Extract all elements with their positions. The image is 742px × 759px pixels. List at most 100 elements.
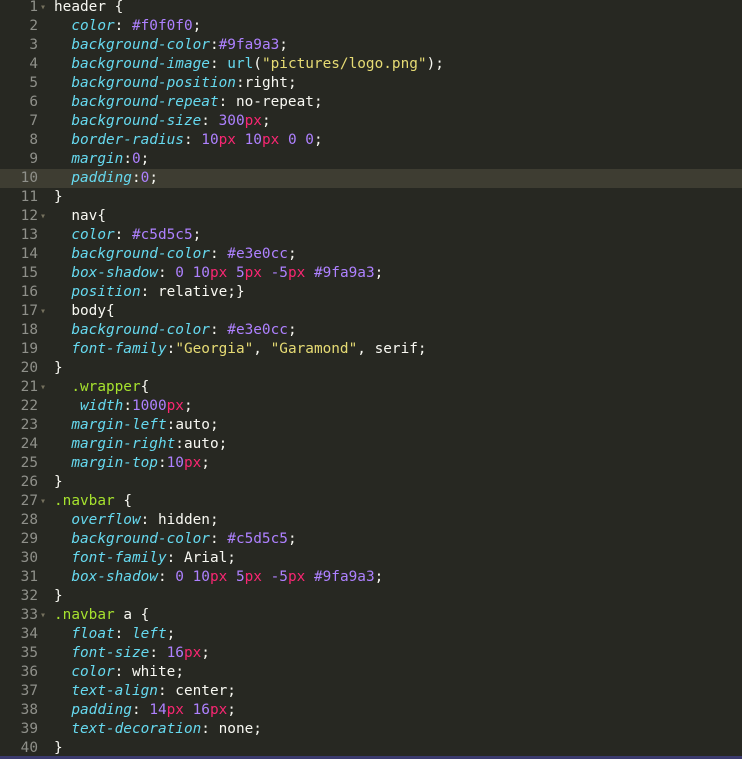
code-token: overflow bbox=[71, 512, 141, 528]
code-line[interactable]: 11} bbox=[0, 188, 742, 207]
code-token: } bbox=[54, 474, 63, 490]
code-line[interactable]: 18 background-color: #e3e0cc; bbox=[0, 321, 742, 340]
code-token: 5 bbox=[235, 265, 245, 281]
code-token: : bbox=[114, 626, 132, 642]
line-number: 2 bbox=[29, 18, 38, 34]
code-line[interactable]: 32} bbox=[0, 587, 742, 606]
code-text: background-repeat: no-repeat; bbox=[54, 93, 322, 112]
code-token: } bbox=[54, 740, 63, 756]
code-token: : bbox=[209, 531, 228, 547]
code-line[interactable]: 10 padding:0; bbox=[0, 169, 742, 188]
code-token: { bbox=[114, 493, 132, 509]
code-token: body{ bbox=[54, 303, 115, 319]
code-token: padding bbox=[71, 170, 132, 186]
code-line[interactable]: 13 color: #c5d5c5; bbox=[0, 226, 742, 245]
line-number: 16 bbox=[20, 284, 38, 300]
code-token: .navbar bbox=[54, 493, 115, 509]
code-token: url bbox=[227, 56, 254, 72]
code-line[interactable]: 34 float: left; bbox=[0, 625, 742, 644]
code-token: margin-right bbox=[71, 436, 176, 452]
fold-arrow-icon[interactable]: ▾ bbox=[38, 378, 48, 397]
code-text: } bbox=[54, 359, 63, 378]
code-line[interactable]: 39 text-decoration: none; bbox=[0, 720, 742, 739]
code-token: ; bbox=[201, 455, 210, 471]
code-line[interactable]: 29 background-color: #c5d5c5; bbox=[0, 530, 742, 549]
code-line[interactable]: 31 box-shadow: 0 10px 5px -5px #9fa9a3; bbox=[0, 568, 742, 587]
code-token: , bbox=[357, 341, 375, 357]
code-text: margin-left:auto; bbox=[54, 416, 218, 435]
line-number: 20 bbox=[20, 360, 38, 376]
code-line[interactable]: 4 background-image: url("pictures/logo.p… bbox=[0, 55, 742, 74]
code-token: relative bbox=[157, 284, 228, 300]
code-text: background-color: #e3e0cc; bbox=[54, 321, 296, 340]
code-token: 16 bbox=[166, 645, 184, 661]
code-token: : bbox=[140, 284, 158, 300]
code-line[interactable]: 33 ▾ .navbar a { bbox=[0, 606, 742, 625]
fold-arrow-icon[interactable]: ▾ bbox=[38, 606, 48, 625]
code-line[interactable]: 9 margin:0; bbox=[0, 150, 742, 169]
code-line[interactable]: 24 margin-right:auto; bbox=[0, 435, 742, 454]
code-token: ; bbox=[140, 151, 150, 167]
line-number: 9 bbox=[29, 151, 38, 167]
code-line[interactable]: 20} bbox=[0, 359, 742, 378]
code-token: : bbox=[166, 341, 176, 357]
code-line[interactable]: 17 ▾ body{ bbox=[0, 302, 742, 321]
code-line[interactable]: 8 border-radius: 10px 10px 0 0; bbox=[0, 131, 742, 150]
code-line[interactable]: 26} bbox=[0, 473, 742, 492]
code-text: border-radius: 10px 10px 0 0; bbox=[54, 131, 322, 150]
fold-arrow-icon[interactable]: ▾ bbox=[38, 492, 48, 511]
code-line[interactable]: 27 ▾ .navbar { bbox=[0, 492, 742, 511]
code-token: 5 bbox=[235, 569, 245, 585]
code-token: background-size bbox=[71, 113, 202, 129]
code-token: 0 bbox=[305, 132, 314, 148]
code-line[interactable]: 19 font-family:"Georgia", "Garamond", se… bbox=[0, 340, 742, 359]
code-line[interactable]: 28 overflow: hidden; bbox=[0, 511, 742, 530]
code-line[interactable]: 22 width:1000px; bbox=[0, 397, 742, 416]
code-text: color: #c5d5c5; bbox=[54, 226, 201, 245]
code-line[interactable]: 14 background-color: #e3e0cc; bbox=[0, 245, 742, 264]
code-line[interactable]: 5 background-position:right; bbox=[0, 74, 742, 93]
code-token: px bbox=[209, 265, 228, 281]
code-line[interactable]: 36 color: white; bbox=[0, 663, 742, 682]
line-number: 18 bbox=[20, 322, 38, 338]
code-token: text-decoration bbox=[71, 721, 202, 737]
code-line[interactable]: 6 background-repeat: no-repeat; bbox=[0, 93, 742, 112]
code-line[interactable]: 1 ▾ header { bbox=[0, 0, 742, 17]
code-line[interactable]: 25 margin-top:10px; bbox=[0, 454, 742, 473]
fold-arrow-icon[interactable]: ▾ bbox=[38, 0, 48, 17]
code-line[interactable]: 30 font-family: Arial; bbox=[0, 549, 742, 568]
fold-arrow-icon[interactable]: ▾ bbox=[38, 207, 48, 226]
code-token: .wrapper bbox=[54, 379, 141, 395]
code-token: ( bbox=[253, 56, 262, 72]
code-line[interactable]: 3 background-color:#9fa9a3; bbox=[0, 36, 742, 55]
code-token: 0 bbox=[175, 569, 184, 585]
code-token: -5 bbox=[270, 265, 288, 281]
fold-arrow-icon[interactable]: ▾ bbox=[38, 302, 48, 321]
code-line[interactable]: 23 margin-left:auto; bbox=[0, 416, 742, 435]
code-line[interactable]: 37 text-align: center; bbox=[0, 682, 742, 701]
code-token: px bbox=[209, 702, 228, 718]
code-token: : bbox=[131, 170, 141, 186]
code-line[interactable]: 21 ▾ .wrapper{ bbox=[0, 378, 742, 397]
line-number: 25 bbox=[20, 455, 38, 471]
code-editor[interactable]: 1 ▾ header {2 color: #f0f0f0; 3 background-… bbox=[0, 0, 742, 759]
code-line[interactable]: 12 ▾ nav{ bbox=[0, 207, 742, 226]
code-line[interactable]: 2 color: #f0f0f0; bbox=[0, 17, 742, 36]
code-token: 10 bbox=[244, 132, 262, 148]
code-token: : bbox=[123, 151, 132, 167]
line-number: 31 bbox=[20, 569, 38, 585]
code-token: #9fa9a3 bbox=[313, 569, 375, 585]
line-number: 38 bbox=[20, 702, 38, 718]
code-line[interactable]: 15 box-shadow: 0 10px 5px -5px #9fa9a3; bbox=[0, 264, 742, 283]
code-line[interactable]: 7 background-size: 300px; bbox=[0, 112, 742, 131]
code-token: : bbox=[218, 94, 236, 110]
code-line[interactable]: 16 position: relative;} bbox=[0, 283, 742, 302]
code-token: px bbox=[261, 132, 280, 148]
code-token: : bbox=[157, 455, 167, 471]
line-number: 35 bbox=[20, 645, 38, 661]
code-line[interactable]: 35 font-size: 16px; bbox=[0, 644, 742, 663]
code-text: } bbox=[54, 587, 63, 606]
code-line[interactable]: 38 padding: 14px 16px; bbox=[0, 701, 742, 720]
